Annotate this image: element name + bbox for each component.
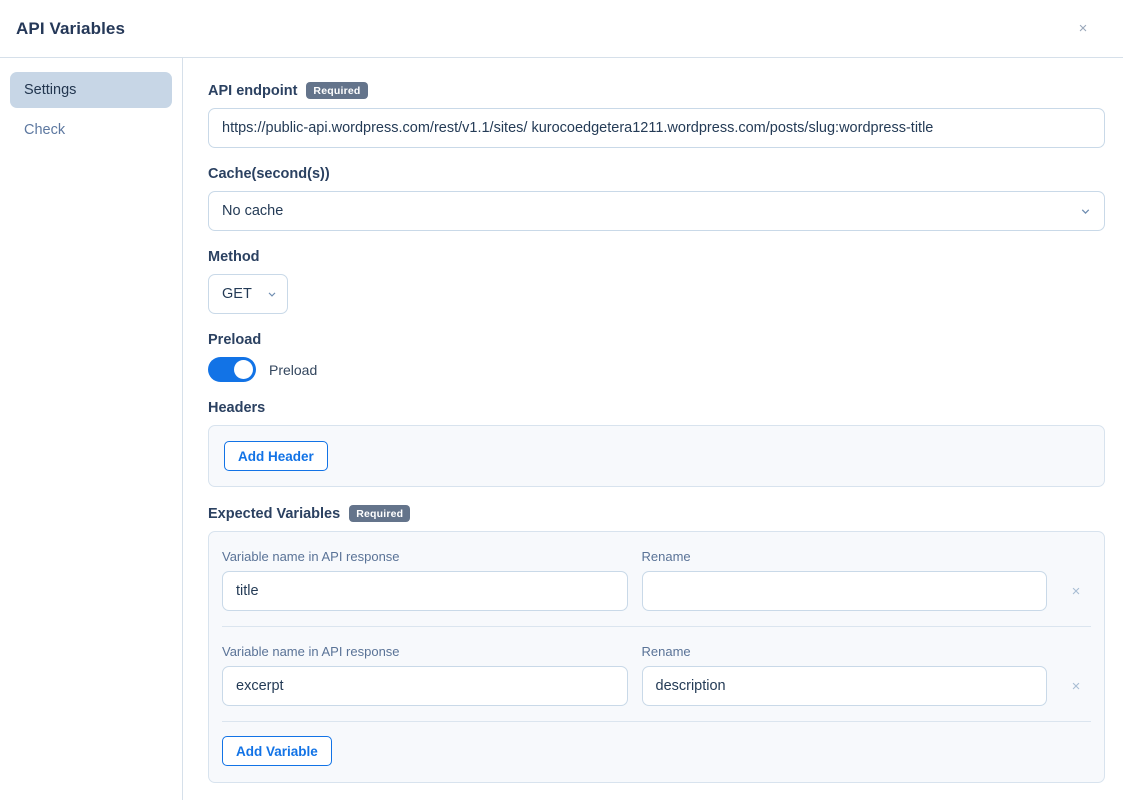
modal-header: API Variables × [0, 0, 1123, 58]
method-select[interactable]: GET [208, 274, 288, 314]
api-endpoint-input[interactable] [208, 108, 1105, 148]
api-variables-modal: API Variables × Settings Check API endpo… [0, 0, 1123, 800]
add-variable-button[interactable]: Add Variable [222, 736, 332, 766]
expected-variables-label: Expected Variables [208, 505, 341, 522]
headers-panel: Add Header [208, 425, 1105, 487]
sidebar-item-label: Check [24, 122, 66, 138]
sidebar-item-label: Settings [24, 82, 77, 98]
preload-field: Preload Preload [208, 332, 1105, 382]
add-header-button[interactable]: Add Header [224, 441, 328, 471]
remove-variable-icon[interactable]: × [1061, 571, 1091, 611]
api-endpoint-label: API endpoint [208, 82, 298, 99]
variable-name-label: Variable name in API response [222, 644, 400, 659]
api-endpoint-label-row: API endpoint Required [208, 82, 1105, 99]
method-label: Method [208, 249, 260, 265]
sidebar-item-settings[interactable]: Settings [10, 72, 172, 108]
method-select-value[interactable]: GET [208, 274, 288, 314]
cache-label: Cache(second(s)) [208, 166, 330, 182]
method-field: Method GET [208, 249, 1105, 314]
expected-variables-panel: Variable name in API response Rename × [208, 531, 1105, 783]
remove-variable-icon[interactable]: × [1061, 666, 1091, 706]
table-row: Variable name in API response Rename × [209, 532, 1104, 626]
cache-select-value[interactable]: No cache [208, 191, 1105, 231]
cache-select[interactable]: No cache [208, 191, 1105, 231]
method-label-row: Method [208, 249, 1105, 265]
variable-name-cell: Variable name in API response [222, 549, 628, 611]
status-badge: Required [306, 82, 368, 99]
api-endpoint-field: API endpoint Required [208, 82, 1105, 148]
sidebar: Settings Check [0, 58, 183, 800]
cache-label-row: Cache(second(s)) [208, 166, 1105, 182]
expected-variables-label-row: Expected Variables Required [208, 505, 1105, 522]
variable-rename-cell: Rename [641, 549, 1047, 611]
close-icon[interactable]: × [1069, 15, 1097, 43]
variable-name-input[interactable] [222, 571, 628, 611]
sidebar-item-check[interactable]: Check [10, 112, 172, 148]
table-row: Variable name in API response Rename × [209, 627, 1104, 721]
variable-name-cell: Variable name in API response [222, 644, 628, 706]
variable-rename-label: Rename [641, 549, 691, 564]
variable-name-label: Variable name in API response [222, 549, 400, 564]
headers-field: Headers Add Header [208, 400, 1105, 487]
headers-label: Headers [208, 400, 266, 416]
modal-body: Settings Check API endpoint Required Cac… [0, 58, 1123, 800]
toggle-knob [234, 360, 253, 379]
expected-variables-field: Expected Variables Required Variable nam… [208, 505, 1105, 783]
preload-toggle-row: Preload [208, 357, 1105, 382]
headers-label-row: Headers [208, 400, 1105, 416]
variable-rename-input[interactable] [641, 666, 1047, 706]
variable-rename-label: Rename [641, 644, 691, 659]
status-badge: Required [349, 505, 411, 522]
settings-form: API endpoint Required Cache(second(s)) N… [183, 58, 1123, 800]
variable-name-input[interactable] [222, 666, 628, 706]
variable-rename-input[interactable] [641, 571, 1047, 611]
cache-field: Cache(second(s)) No cache [208, 166, 1105, 231]
preload-toggle-label: Preload [269, 361, 318, 378]
preload-label: Preload [208, 332, 262, 348]
preload-toggle[interactable] [208, 357, 256, 382]
expected-variables-footer: Add Variable [209, 722, 1104, 782]
preload-label-row: Preload [208, 332, 1105, 348]
page-title: API Variables [16, 18, 126, 38]
variable-rename-cell: Rename [641, 644, 1047, 706]
